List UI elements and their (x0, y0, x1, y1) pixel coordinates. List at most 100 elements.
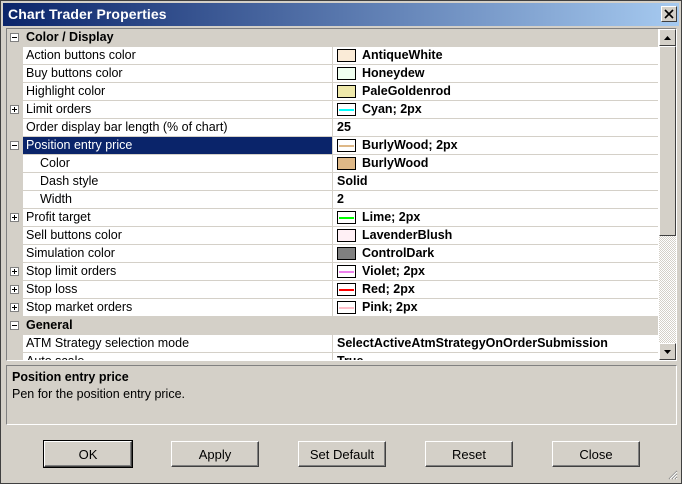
properties-dialog: Chart Trader Properties Color / Display A… (0, 0, 682, 484)
property-row[interactable]: ATM Strategy selection mode SelectActiveA… (7, 335, 658, 353)
property-name-cell[interactable]: Stop loss (7, 281, 333, 298)
sub-property-row[interactable]: Color BurlyWood (7, 155, 658, 173)
row-gutter (7, 227, 23, 244)
property-value-cell[interactable]: SelectActiveAtmStrategyOnOrderSubmission (333, 335, 658, 352)
property-name-cell[interactable]: Action buttons color (7, 47, 333, 64)
pen-line (339, 109, 354, 111)
scroll-down-button[interactable] (659, 343, 676, 360)
property-grid[interactable]: Color / Display Action buttons color Antiq… (6, 28, 677, 361)
property-value: Cyan; 2px (362, 102, 422, 116)
property-value-cell[interactable]: Solid (333, 173, 658, 190)
property-name-cell[interactable]: Width (7, 191, 333, 208)
pen-line (339, 307, 354, 309)
property-label: Width (40, 192, 72, 206)
property-name-cell[interactable]: Stop limit orders (7, 263, 333, 280)
scrollbar-thumb[interactable] (659, 46, 676, 236)
color-swatch (337, 229, 356, 242)
property-value: PaleGoldenrod (362, 84, 451, 98)
property-value-cell[interactable]: True (333, 353, 658, 361)
category-label: Color / Display (26, 30, 114, 44)
property-value-cell[interactable]: Honeydew (333, 65, 658, 82)
property-name-cell[interactable]: Color (7, 155, 333, 172)
collapse-minus-icon[interactable] (10, 33, 19, 42)
property-value: Pink; 2px (362, 300, 418, 314)
property-name-cell[interactable]: General (7, 317, 658, 334)
expand-plus-icon[interactable] (10, 105, 19, 114)
property-name-cell[interactable]: Simulation color (7, 245, 333, 262)
property-value-cell[interactable]: AntiqueWhite (333, 47, 658, 64)
reset-button[interactable]: Reset (425, 441, 513, 467)
property-label: Position entry price (26, 138, 133, 152)
property-name-cell[interactable]: Highlight color (7, 83, 333, 100)
property-value: ControlDark (362, 246, 435, 260)
property-name-cell[interactable]: Profit target (7, 209, 333, 226)
property-row[interactable]: Stop limit orders Violet; 2px (7, 263, 658, 281)
property-name-cell[interactable]: ATM Strategy selection mode (7, 335, 333, 352)
property-row[interactable]: Action buttons color AntiqueWhite (7, 47, 658, 65)
property-row[interactable]: Stop market orders Pink; 2px (7, 299, 658, 317)
property-value-cell[interactable]: LavenderBlush (333, 227, 658, 244)
property-row[interactable]: Simulation color ControlDark (7, 245, 658, 263)
property-value-cell[interactable]: ControlDark (333, 245, 658, 262)
property-row[interactable]: Position entry price BurlyWood; 2px (7, 137, 658, 155)
close-icon (664, 9, 674, 19)
property-name-cell[interactable]: Color / Display (7, 29, 658, 46)
apply-button[interactable]: Apply (171, 441, 259, 467)
property-name-cell[interactable]: Limit orders (7, 101, 333, 118)
collapse-minus-icon[interactable] (10, 321, 19, 330)
property-value: True (337, 354, 364, 361)
property-value: 25 (337, 120, 351, 134)
property-row[interactable]: Buy buttons color Honeydew (7, 65, 658, 83)
category-row[interactable]: General (7, 317, 658, 335)
sub-property-row[interactable]: Dash style Solid (7, 173, 658, 191)
pen-line (339, 271, 354, 273)
close-window-button[interactable] (661, 6, 677, 22)
resize-grip-icon[interactable] (666, 468, 678, 480)
property-value-cell[interactable]: Red; 2px (333, 281, 658, 298)
property-row[interactable]: Profit target Lime; 2px (7, 209, 658, 227)
property-value-cell[interactable]: Violet; 2px (333, 263, 658, 280)
category-row[interactable]: Color / Display (7, 29, 658, 47)
property-value: Red; 2px (362, 282, 415, 296)
row-gutter (7, 173, 23, 190)
property-row[interactable]: Sell buttons color LavenderBlush (7, 227, 658, 245)
property-name-cell[interactable]: Buy buttons color (7, 65, 333, 82)
expand-plus-icon[interactable] (10, 303, 19, 312)
property-name-cell[interactable]: Dash style (7, 173, 333, 190)
ok-button[interactable]: OK (43, 440, 133, 468)
property-name-cell[interactable]: Order display bar length (% of chart) (7, 119, 333, 136)
property-value-cell[interactable]: BurlyWood; 2px (333, 137, 658, 154)
pen-swatch (337, 283, 356, 296)
property-name-cell[interactable]: Auto scale (7, 353, 333, 361)
color-swatch (337, 247, 356, 260)
property-row[interactable]: Stop loss Red; 2px (7, 281, 658, 299)
collapse-minus-icon[interactable] (10, 141, 19, 150)
property-value-cell[interactable]: BurlyWood (333, 155, 658, 172)
property-name-cell[interactable]: Stop market orders (7, 299, 333, 316)
property-value-cell[interactable]: Lime; 2px (333, 209, 658, 226)
property-value-cell[interactable]: Cyan; 2px (333, 101, 658, 118)
property-value-cell[interactable]: Pink; 2px (333, 299, 658, 316)
expand-plus-icon[interactable] (10, 285, 19, 294)
property-row[interactable]: Limit orders Cyan; 2px (7, 101, 658, 119)
expand-plus-icon[interactable] (10, 267, 19, 276)
sub-property-row[interactable]: Width 2 (7, 191, 658, 209)
property-row[interactable]: Auto scale True (7, 353, 658, 361)
close-button[interactable]: Close (552, 441, 640, 467)
property-value-cell[interactable]: 25 (333, 119, 658, 136)
property-name-cell[interactable]: Sell buttons color (7, 227, 333, 244)
property-row[interactable]: Highlight color PaleGoldenrod (7, 83, 658, 101)
property-name-cell[interactable]: Position entry price (7, 137, 333, 154)
property-label: Simulation color (26, 246, 115, 260)
property-label: Auto scale (26, 354, 85, 361)
property-value-cell[interactable]: 2 (333, 191, 658, 208)
vertical-scrollbar[interactable] (659, 29, 676, 360)
scroll-up-button[interactable] (659, 29, 676, 46)
property-row[interactable]: Order display bar length (% of chart) 25 (7, 119, 658, 137)
set-default-button[interactable]: Set Default (298, 441, 386, 467)
expand-plus-icon[interactable] (10, 213, 19, 222)
property-value-cell[interactable]: PaleGoldenrod (333, 83, 658, 100)
property-value: 2 (337, 192, 344, 206)
property-value: AntiqueWhite (362, 48, 443, 62)
row-gutter (7, 353, 23, 360)
